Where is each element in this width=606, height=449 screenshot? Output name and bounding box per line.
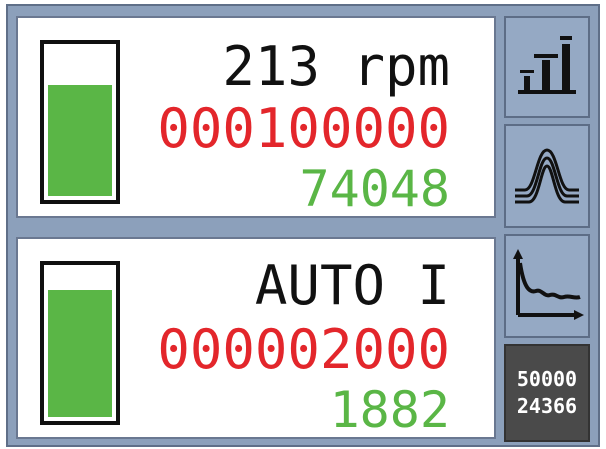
instrument-screen: 213 rpm 000100000 74048 AUTO I 000002000… (6, 4, 600, 447)
status-line-2: 24366 (516, 394, 578, 418)
waveform-button[interactable] (504, 124, 590, 228)
bar-levels-icon (518, 36, 576, 94)
level-bar-fill-top (48, 85, 112, 196)
preset-counter: 000100000 (157, 97, 450, 160)
channel-panel-top[interactable]: 213 rpm 000100000 74048 (16, 16, 496, 218)
speed-readout: 213 rpm (222, 35, 450, 98)
channel-panel-bottom[interactable]: AUTO I 000002000 1882 (16, 237, 496, 439)
decay-graph-icon (513, 249, 584, 320)
preset-counter: 000002000 (157, 318, 450, 381)
actual-count: 74048 (299, 160, 450, 218)
counter-status-button[interactable]: 50000 24366 (504, 344, 590, 442)
decay-graph-button[interactable] (504, 234, 590, 338)
level-bar-top (40, 40, 120, 204)
bar-levels-button[interactable] (504, 16, 590, 118)
mode-readout: AUTO I (254, 254, 450, 317)
level-bar-fill-bottom (48, 290, 112, 417)
actual-count: 1882 (329, 381, 450, 439)
waveform-peaks-icon (515, 148, 579, 204)
level-bar-bottom (40, 261, 120, 425)
status-line-1: 50000 (516, 367, 578, 391)
